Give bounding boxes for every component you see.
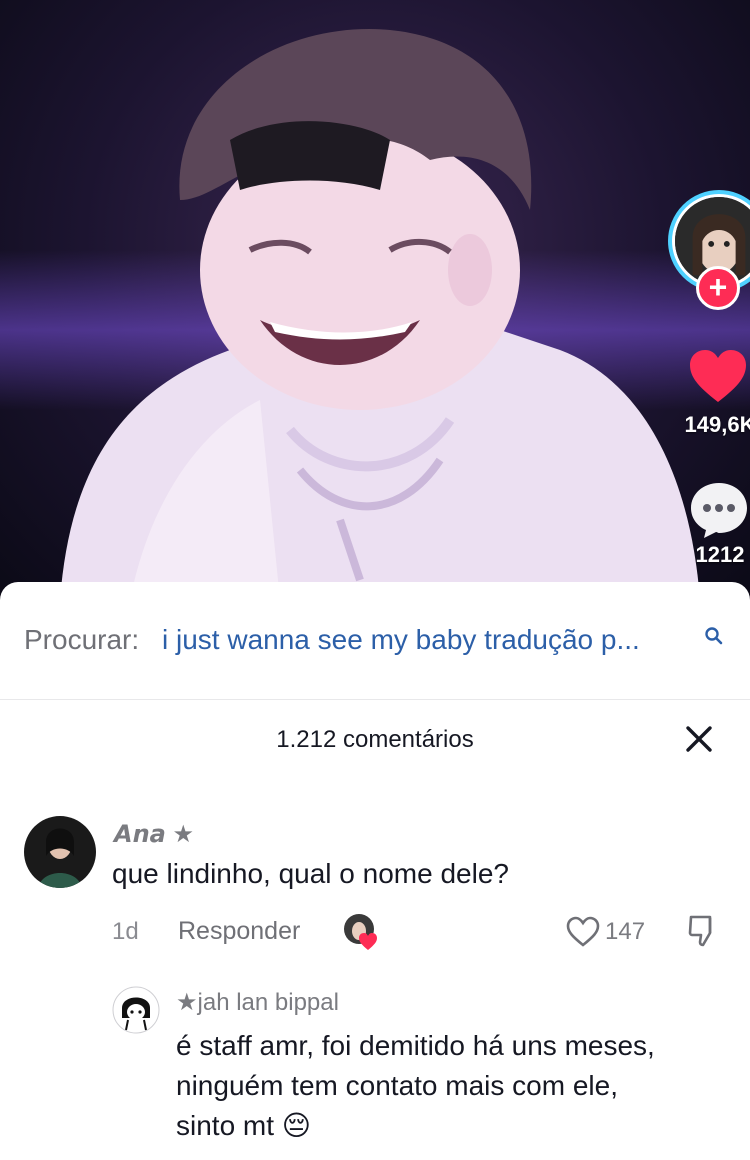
comment-reply-item: ★jah lan bippal é staff amr, foi demitid…	[0, 982, 750, 1160]
search-icon[interactable]	[704, 626, 724, 646]
comment-username[interactable]: ★jah lan bippal	[176, 988, 339, 1017]
comment-text-line-3: sinto mt 😔	[176, 1110, 311, 1141]
comments-count-title: 1.212 comentários	[276, 726, 474, 753]
comment-text-line-2: ninguém tem contato mais com ele,	[176, 1070, 618, 1101]
commenter-avatar[interactable]	[24, 816, 96, 888]
search-query[interactable]: i just wanna see my baby tradução p...	[162, 624, 702, 656]
commenter-avatar[interactable]	[112, 986, 160, 1034]
comment-age: 1d	[112, 918, 139, 945]
creator-liked-icon	[344, 914, 377, 950]
search-label: Procurar:	[24, 624, 140, 655]
follow-button[interactable]: +	[696, 266, 740, 310]
comment-username[interactable]: 𝘼𝙣𝙖 ★	[114, 820, 194, 849]
comments-sheet: Procurar: i just wanna see my baby tradu…	[0, 582, 750, 1160]
dislike-icon[interactable]	[688, 914, 718, 948]
like-heart-icon[interactable]	[688, 348, 748, 404]
comment-text-line-1: é staff amr, foi demitido há uns meses,	[176, 1030, 655, 1061]
comment-text: que lindinho, qual o nome dele?	[112, 858, 509, 889]
close-icon[interactable]	[682, 722, 716, 756]
search-suggestion[interactable]: Procurar: i just wanna see my baby tradu…	[0, 582, 750, 700]
comment-bubble-icon[interactable]	[688, 480, 750, 540]
comment-item: 𝘼𝙣𝙖 ★ que lindinho, qual o nome dele? 1d…	[0, 814, 750, 964]
video-frame	[60, 29, 700, 600]
comment-count: 1212	[695, 542, 745, 567]
reply-button[interactable]: Responder	[178, 917, 300, 946]
commenter-avatar-image	[24, 816, 96, 888]
commenter-avatar-image	[112, 986, 160, 1034]
like-count: 149,6K	[684, 412, 750, 437]
video-player[interactable]: + 149,6K 1212	[0, 0, 750, 600]
comment-like-count: 147	[605, 918, 646, 945]
comment-like-heart-icon[interactable]	[566, 916, 600, 948]
